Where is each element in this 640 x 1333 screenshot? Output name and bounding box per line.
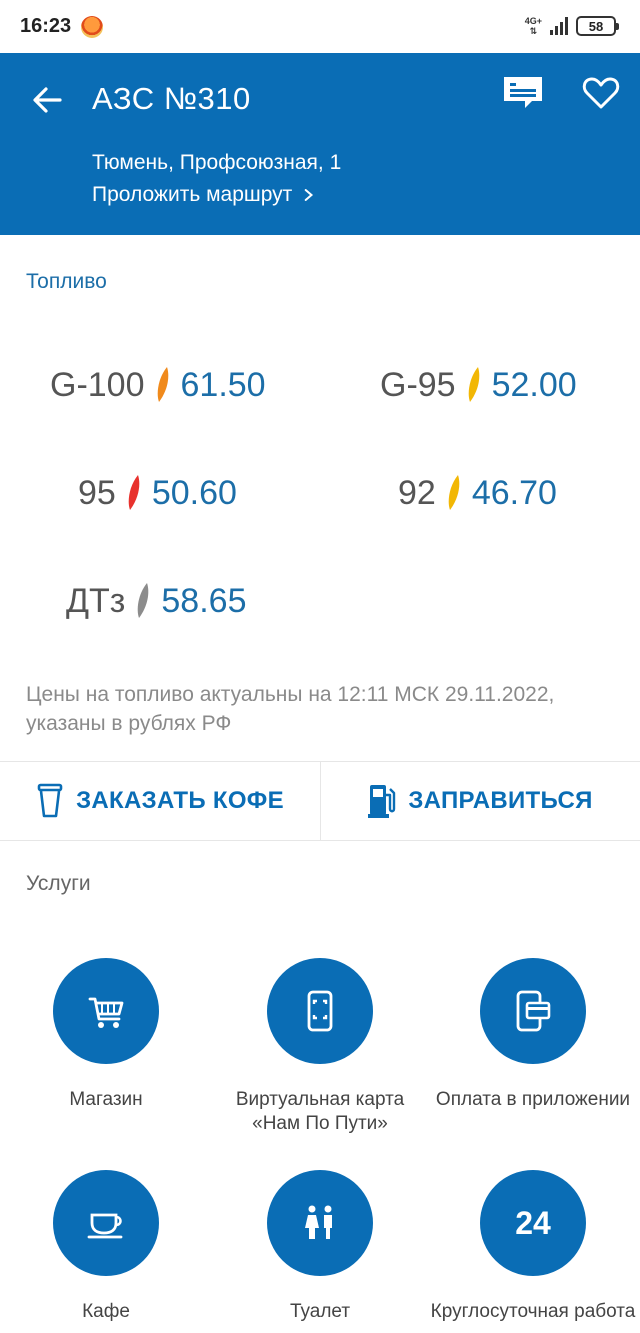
coffee-cup-icon [87,1213,123,1239]
battery-level: 58 [588,18,604,34]
favorite-button[interactable] [582,75,620,111]
toilet-icon [305,1205,332,1239]
status-time: 16:23 [20,15,72,37]
action-bar: ЗАКАЗАТЬ КОФЕ ЗАПРАВИТЬСЯ [0,761,640,841]
service-icon-circle [267,1170,373,1276]
service-label: Виртуальная карта «Нам По Пути» [235,1089,405,1134]
feedback-button[interactable] [502,75,544,111]
refuel-button[interactable]: ЗАПРАВИТЬСЯ [320,762,640,840]
fuel-price-note: Цены на топливо актуальны на 12:11 МСК 2… [26,683,555,735]
service-icon-circle [480,958,586,1064]
services-section-title: Услуги [26,872,91,895]
order-coffee-label: ЗАКАЗАТЬ КОФЕ [76,787,284,814]
service-virtual-card[interactable]: Виртуальная карта «Нам По Пути» [215,958,425,1136]
clock-24-icon: 24 [515,1204,551,1241]
service-label: Туалет [289,1301,351,1322]
fuel-price: 50.60 [151,473,237,512]
refuel-label: ЗАПРАВИТЬСЯ [408,787,593,814]
service-shop[interactable]: Магазин [1,958,211,1112]
service-app-payment[interactable]: Оплата в приложении [428,958,638,1112]
route-link-label: Проложить маршрут [92,183,293,206]
cart-icon [88,997,124,1028]
heart-icon [582,77,620,109]
station-header: АЗС №310 Тюмень, Профсоюзная, 1 Проложит… [0,53,640,235]
service-toilet[interactable]: Туалет [215,1170,425,1324]
station-address: Тюмень, Профсоюзная, 1 [92,151,342,174]
route-link[interactable]: Проложить маршрут [92,183,314,207]
app-notification-icon [81,15,104,38]
network-type-label: 4G+ ⇅ [524,16,542,36]
fuel-section-title: Топливо [26,270,107,293]
fuel-name: ДТз [66,581,126,620]
fuel-pump-icon [368,785,396,818]
fuel-name: 95 [78,473,116,512]
service-icon-circle: 24 [480,1170,586,1276]
fuel-price: 58.65 [161,581,247,620]
chevron-right-icon [304,189,314,201]
page-title: АЗС №310 [92,81,251,116]
service-icon-circle [267,958,373,1064]
fuel-price: 52.00 [491,365,577,404]
fuel-drop-orange-icon [157,367,168,402]
fuel-item-95: 95 50.60 [78,468,237,518]
coffee-cup-icon [37,783,63,818]
fuel-name: 92 [398,473,436,512]
fuel-item-g100: G-100 61.50 [50,360,266,410]
order-coffee-button[interactable]: ЗАКАЗАТЬ КОФЕ [0,762,320,840]
fuel-item-g95: G-95 52.00 [380,360,577,410]
message-icon [504,77,542,108]
service-icon-circle [53,958,159,1064]
fuel-price: 61.50 [180,365,266,404]
arrow-left-icon [33,87,62,113]
service-label: Оплата в приложении [435,1089,631,1110]
service-24h[interactable]: 24 Круглосуточная работа [428,1170,638,1324]
back-button[interactable] [30,83,64,117]
fuel-item-dtz: ДТз 58.65 [66,576,246,626]
fuel-drop-yellow-icon [468,367,479,402]
battery-icon: 58 [576,16,619,36]
phone-payment-icon [516,990,551,1032]
phone-card-icon [307,990,333,1032]
service-label: Магазин [69,1089,143,1110]
signal-strength-icon [550,17,568,35]
fuel-item-92: 92 46.70 [398,468,557,518]
fuel-name: G-100 [50,365,145,404]
fuel-name: G-95 [380,365,456,404]
fuel-price: 46.70 [471,473,557,512]
service-cafe[interactable]: Кафе [1,1170,211,1324]
service-label: Кафе [82,1301,130,1322]
status-indicators: 4G+ ⇅ 58 [524,16,619,36]
service-icon-circle [53,1170,159,1276]
status-bar: 16:23 4G+ ⇅ 58 [0,0,640,53]
fuel-drop-yellow-icon [448,475,460,510]
service-label: Круглосуточная работа [430,1301,636,1322]
fuel-drop-gray-icon [138,583,149,618]
fuel-drop-red-icon [128,475,140,510]
